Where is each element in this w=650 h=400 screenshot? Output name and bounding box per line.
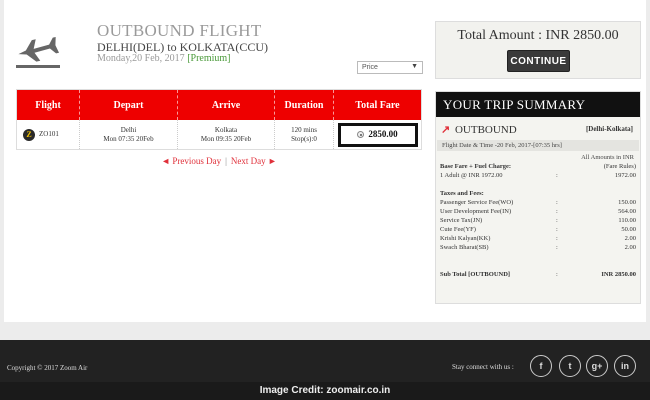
colon: : [556,217,558,224]
stay-connected-text: Stay connect with us : [452,363,514,371]
colon: : [556,199,558,206]
tax-label: Cute Fee(YF) [440,226,476,233]
fare-cell: 2850.00 [334,120,421,149]
tax-value: 50.00 [621,226,636,233]
base-fare-row: Base Fare + Fuel Charge: (Fare Rules) [440,163,638,172]
copyright-text: Copyright © 2017 Zoom Air [7,364,88,372]
depart-cell: Delhi Mon 07:35 20Feb [80,120,178,149]
tax-label: User Development Fee(IN) [440,208,512,215]
flight-table-header: Flight Depart Arrive Duration Total Fare [17,90,421,120]
currency-note: All Amounts in INR [581,154,634,161]
adult-fare-value: 1972.00 [614,172,636,179]
day-navigation: ◄ Previous Day | Next Day ► [16,156,422,166]
date-text: Monday,20 Feb, 2017 [97,53,188,64]
col-duration: Duration [275,90,334,120]
fare-class-label: [Premium] [187,53,231,64]
airline-logo: Z [23,128,35,141]
trip-summary: YOUR TRIP SUMMARY ↗ OUTBOUND [Delhi-Kolk… [435,91,641,304]
colon: : [556,244,558,251]
sort-select[interactable]: Price ▼ [357,61,423,74]
taxes-label: Taxes and Fees: [440,190,484,197]
subtotal-row: Sub Total [OUTBOUND] : INR 2850.00 [440,271,638,280]
adult-fare-row: 1 Adult @ INR 1972.00 : 1972.00 [440,172,638,181]
tax-value: 2.00 [624,235,636,242]
tax-row: Service Tax(JN) : 110.00 [440,217,638,226]
flight-date: Monday,20 Feb, 2017 [Premium] [97,53,231,64]
airplane-icon [14,30,62,70]
duration-cell: 120 mins Stop(s):0 [275,120,334,149]
adult-fare-label: 1 Adult @ INR 1972.00 [440,172,503,179]
tax-label: Krishi Kalyan(KK) [440,235,491,242]
taxes-header-row: Taxes and Fees: [440,190,638,199]
colon: : [556,235,558,242]
page-title: OUTBOUND FLIGHT [97,21,262,40]
outbound-label: OUTBOUND [454,124,517,136]
continue-button[interactable]: CONTINUE [507,50,570,72]
day-nav-separator: | [225,156,227,166]
tax-row: Cute Fee(YF) : 50.00 [440,226,638,235]
tax-row: Swach Bharat(SB) : 2.00 [440,244,638,253]
subtotal-label: Sub Total [OUTBOUND] [440,271,511,278]
arrive-time: Mon 09:35 20Feb [200,134,252,143]
booking-content: OUTBOUND FLIGHT DELHI(DEL) to KOLKATA(CC… [4,0,646,322]
arrive-cell: Kolkata Mon 09:35 20Feb [178,120,275,149]
flight-datetime: Flight Date & Time -20 Feb, 2017-[07:35 … [437,140,639,151]
stops-text: Stop(s):0 [291,134,317,143]
col-depart: Depart [80,90,178,120]
tax-value: 564.00 [618,208,636,215]
depart-city: Delhi [120,125,137,134]
base-fare-label: Base Fare + Fuel Charge: [440,163,512,170]
fare-value: 2850.00 [368,129,398,139]
flight-cell: Z ZO101 [17,120,80,149]
footer: Copyright © 2017 Zoom Air Stay connect w… [0,340,650,388]
tax-label: Swach Bharat(SB) [440,244,489,251]
tax-row: Krishi Kalyan(KK) : 2.00 [440,235,638,244]
col-flight: Flight [17,90,80,120]
fare-radio[interactable] [357,131,365,138]
flight-number: ZO101 [39,130,59,138]
fare-breakdown: Base Fare + Fuel Charge: (Fare Rules) 1 … [440,163,638,280]
tax-label: Service Tax(JN) [440,217,483,224]
arrive-city: Kolkata [214,125,238,134]
linkedin-icon[interactable]: in [614,355,636,377]
trip-summary-title: YOUR TRIP SUMMARY [436,92,640,117]
depart-time: Mon 07:35 20Feb [103,134,154,143]
table-row[interactable]: Z ZO101 Delhi Mon 07:35 20Feb Kolkata Mo… [17,120,421,149]
google-plus-icon[interactable]: g+ [586,355,608,377]
total-amount-label: Total Amount : [457,28,542,43]
colon: : [556,172,558,179]
total-amount-box: Total Amount : INR 2850.00 CONTINUE [435,21,641,79]
colon: : [556,226,558,233]
col-arrive: Arrive [178,90,275,120]
previous-day-link[interactable]: ◄ Previous Day [161,156,221,166]
duration-text: 120 mins [291,125,317,134]
subtotal-value: INR 2850.00 [601,271,636,278]
facebook-icon[interactable]: f [530,355,552,377]
total-amount: Total Amount : INR 2850.00 [436,28,640,44]
arrow-up-right-icon: ↗ [441,124,451,136]
tax-value: 150.00 [618,199,636,206]
tax-row: User Development Fee(IN) : 564.00 [440,208,638,217]
next-day-link[interactable]: Next Day ► [231,156,277,166]
chevron-down-icon: ▼ [411,63,418,70]
fare-option[interactable]: 2850.00 [337,122,418,147]
page: OUTBOUND FLIGHT DELHI(DEL) to KOLKATA(CC… [0,0,650,400]
sort-selected-value: Price [362,64,378,71]
total-amount-value: INR 2850.00 [545,28,619,43]
outbound-route: [Delhi-Kolkata] [585,125,633,133]
colon: : [556,208,558,215]
tax-value: 2.00 [624,244,636,251]
tax-label: Passenger Service Fee(WO) [440,199,514,206]
flight-table: Flight Depart Arrive Duration Total Fare… [16,89,422,150]
fare-rules-link[interactable]: (Fare Rules) [604,163,636,170]
col-total-fare: Total Fare [355,99,400,111]
image-credit: Image Credit: zoomair.co.in [0,382,650,400]
outbound-line: ↗ OUTBOUND [Delhi-Kolkata] [441,123,637,136]
twitter-icon[interactable]: t [559,355,581,377]
tax-value: 110.00 [618,217,636,224]
colon: : [556,271,558,278]
tax-row: Passenger Service Fee(WO) : 150.00 [440,199,638,208]
